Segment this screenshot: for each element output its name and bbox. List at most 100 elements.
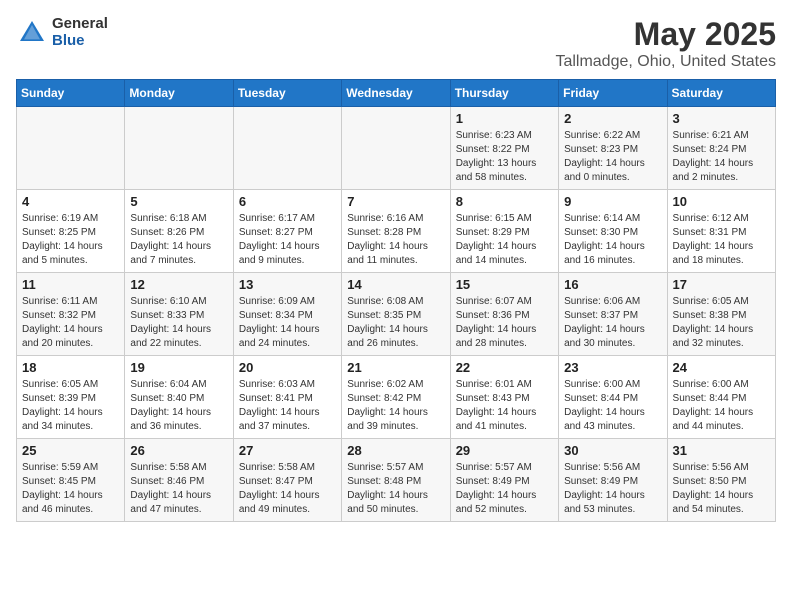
day-info: Sunrise: 6:18 AMSunset: 8:26 PMDaylight:… <box>130 212 227 268</box>
calendar-cell: 4 Sunrise: 6:19 AMSunset: 8:25 PMDaylight… <box>17 190 125 273</box>
calendar-cell: 23 Sunrise: 6:00 AMSunset: 8:44 PMDayligh… <box>559 356 667 439</box>
day-info: Sunrise: 6:08 AMSunset: 8:35 PMDaylight:… <box>347 295 444 351</box>
day-header: Wednesday <box>342 80 450 107</box>
day-info: Sunrise: 6:22 AMSunset: 8:23 PMDaylight:… <box>564 129 661 185</box>
day-info: Sunrise: 5:57 AMSunset: 8:48 PMDaylight:… <box>347 461 444 517</box>
day-number: 22 <box>456 360 553 375</box>
calendar-week-row: 18 Sunrise: 6:05 AMSunset: 8:39 PMDayligh… <box>17 356 776 439</box>
day-number: 8 <box>456 194 553 209</box>
calendar-cell: 28 Sunrise: 5:57 AMSunset: 8:48 PMDayligh… <box>342 439 450 522</box>
day-info: Sunrise: 6:12 AMSunset: 8:31 PMDaylight:… <box>673 212 770 268</box>
day-info: Sunrise: 6:14 AMSunset: 8:30 PMDaylight:… <box>564 212 661 268</box>
day-number: 28 <box>347 443 444 458</box>
day-info: Sunrise: 6:23 AMSunset: 8:22 PMDaylight:… <box>456 129 553 185</box>
day-info: Sunrise: 5:56 AMSunset: 8:49 PMDaylight:… <box>564 461 661 517</box>
calendar-cell: 13Sunrise: 6:09 AMSunset: 8:34 PMDayligh… <box>233 273 341 356</box>
calendar-cell: 6Sunrise: 6:17 AMSunset: 8:27 PMDaylight… <box>233 190 341 273</box>
day-info: Sunrise: 6:21 AMSunset: 8:24 PMDaylight:… <box>673 129 770 185</box>
day-header: Sunday <box>17 80 125 107</box>
day-number: 13 <box>239 277 336 292</box>
calendar-cell <box>233 107 341 190</box>
day-number: 31 <box>673 443 770 458</box>
day-number: 24 <box>673 360 770 375</box>
day-info: Sunrise: 5:56 AMSunset: 8:50 PMDaylight:… <box>673 461 770 517</box>
day-number: 2 <box>564 111 661 126</box>
day-number: 21 <box>347 360 444 375</box>
calendar-cell: 3 Sunrise: 6:21 AMSunset: 8:24 PMDaylight… <box>667 107 775 190</box>
day-number: 26 <box>130 443 227 458</box>
calendar-cell: 5 Sunrise: 6:18 AMSunset: 8:26 PMDaylight… <box>125 190 233 273</box>
day-header: Friday <box>559 80 667 107</box>
logo-blue-text: Blue <box>52 33 108 50</box>
day-info: Sunrise: 6:05 AMSunset: 8:39 PMDaylight:… <box>22 378 119 434</box>
day-info: Sunrise: 5:59 AMSunset: 8:45 PMDaylight:… <box>22 461 119 517</box>
day-number: 27 <box>239 443 336 458</box>
day-info: Sunrise: 6:03 AMSunset: 8:41 PMDaylight:… <box>239 378 336 434</box>
day-info: Sunrise: 6:05 AMSunset: 8:38 PMDaylight:… <box>673 295 770 351</box>
day-number: 15 <box>456 277 553 292</box>
calendar-cell: 1 Sunrise: 6:23 AMSunset: 8:22 PMDaylight… <box>450 107 558 190</box>
day-info: Sunrise: 6:00 AMSunset: 8:44 PMDaylight:… <box>673 378 770 434</box>
calendar-cell <box>125 107 233 190</box>
day-number: 1 <box>456 111 553 126</box>
day-header: Tuesday <box>233 80 341 107</box>
header: General Blue May 2025 Tallmadge, Ohio, U… <box>16 16 776 71</box>
day-number: 9 <box>564 194 661 209</box>
sub-title: Tallmadge, Ohio, United States <box>555 53 776 71</box>
calendar-cell: 22 Sunrise: 6:01 AMSunset: 8:43 PMDayligh… <box>450 356 558 439</box>
calendar-cell: 10 Sunrise: 6:12 AMSunset: 8:31 PMDayligh… <box>667 190 775 273</box>
day-info: Sunrise: 5:57 AMSunset: 8:49 PMDaylight:… <box>456 461 553 517</box>
calendar-cell: 26Sunrise: 5:58 AMSunset: 8:46 PMDayligh… <box>125 439 233 522</box>
day-header: Monday <box>125 80 233 107</box>
day-number: 23 <box>564 360 661 375</box>
calendar-cell: 14 Sunrise: 6:08 AMSunset: 8:35 PMDayligh… <box>342 273 450 356</box>
day-number: 11 <box>22 277 119 292</box>
day-number: 14 <box>347 277 444 292</box>
day-number: 20 <box>239 360 336 375</box>
day-number: 17 <box>673 277 770 292</box>
calendar-table: SundayMondayTuesdayWednesdayThursdayFrid… <box>16 79 776 522</box>
day-info: Sunrise: 6:15 AMSunset: 8:29 PMDaylight:… <box>456 212 553 268</box>
day-number: 30 <box>564 443 661 458</box>
logo-general-text: General <box>52 16 108 33</box>
calendar-cell: 2 Sunrise: 6:22 AMSunset: 8:23 PMDaylight… <box>559 107 667 190</box>
day-info: Sunrise: 6:07 AMSunset: 8:36 PMDaylight:… <box>456 295 553 351</box>
calendar-cell: 20 Sunrise: 6:03 AMSunset: 8:41 PMDayligh… <box>233 356 341 439</box>
day-number: 18 <box>22 360 119 375</box>
calendar-cell: 25 Sunrise: 5:59 AMSunset: 8:45 PMDayligh… <box>17 439 125 522</box>
logo-icon <box>16 17 48 49</box>
day-number: 25 <box>22 443 119 458</box>
calendar-cell: 21 Sunrise: 6:02 AMSunset: 8:42 PMDayligh… <box>342 356 450 439</box>
calendar-week-row: 25 Sunrise: 5:59 AMSunset: 8:45 PMDayligh… <box>17 439 776 522</box>
calendar-cell: 24 Sunrise: 6:00 AMSunset: 8:44 PMDayligh… <box>667 356 775 439</box>
title-area: May 2025 Tallmadge, Ohio, United States <box>555 16 776 71</box>
day-info: Sunrise: 6:06 AMSunset: 8:37 PMDaylight:… <box>564 295 661 351</box>
day-info: Sunrise: 5:58 AMSunset: 8:47 PMDaylight:… <box>239 461 336 517</box>
calendar-cell: 29Sunrise: 5:57 AMSunset: 8:49 PMDayligh… <box>450 439 558 522</box>
calendar-week-row: 1 Sunrise: 6:23 AMSunset: 8:22 PMDaylight… <box>17 107 776 190</box>
day-number: 5 <box>130 194 227 209</box>
day-info: Sunrise: 6:04 AMSunset: 8:40 PMDaylight:… <box>130 378 227 434</box>
calendar-cell <box>342 107 450 190</box>
day-number: 7 <box>347 194 444 209</box>
day-number: 3 <box>673 111 770 126</box>
calendar-cell: 30 Sunrise: 5:56 AMSunset: 8:49 PMDayligh… <box>559 439 667 522</box>
calendar-cell: 7Sunrise: 6:16 AMSunset: 8:28 PMDaylight… <box>342 190 450 273</box>
calendar-cell: 27 Sunrise: 5:58 AMSunset: 8:47 PMDayligh… <box>233 439 341 522</box>
calendar-cell: 15 Sunrise: 6:07 AMSunset: 8:36 PMDayligh… <box>450 273 558 356</box>
day-number: 6 <box>239 194 336 209</box>
day-number: 12 <box>130 277 227 292</box>
day-number: 10 <box>673 194 770 209</box>
day-header: Thursday <box>450 80 558 107</box>
calendar-week-row: 11 Sunrise: 6:11 AMSunset: 8:32 PMDayligh… <box>17 273 776 356</box>
day-info: Sunrise: 6:19 AMSunset: 8:25 PMDaylight:… <box>22 212 119 268</box>
logo: General Blue <box>16 16 108 49</box>
day-info: Sunrise: 6:11 AMSunset: 8:32 PMDaylight:… <box>22 295 119 351</box>
day-info: Sunrise: 6:02 AMSunset: 8:42 PMDaylight:… <box>347 378 444 434</box>
calendar-cell <box>17 107 125 190</box>
day-info: Sunrise: 6:01 AMSunset: 8:43 PMDaylight:… <box>456 378 553 434</box>
day-info: Sunrise: 6:10 AMSunset: 8:33 PMDaylight:… <box>130 295 227 351</box>
day-info: Sunrise: 6:00 AMSunset: 8:44 PMDaylight:… <box>564 378 661 434</box>
day-number: 4 <box>22 194 119 209</box>
calendar-cell: 8 Sunrise: 6:15 AMSunset: 8:29 PMDaylight… <box>450 190 558 273</box>
